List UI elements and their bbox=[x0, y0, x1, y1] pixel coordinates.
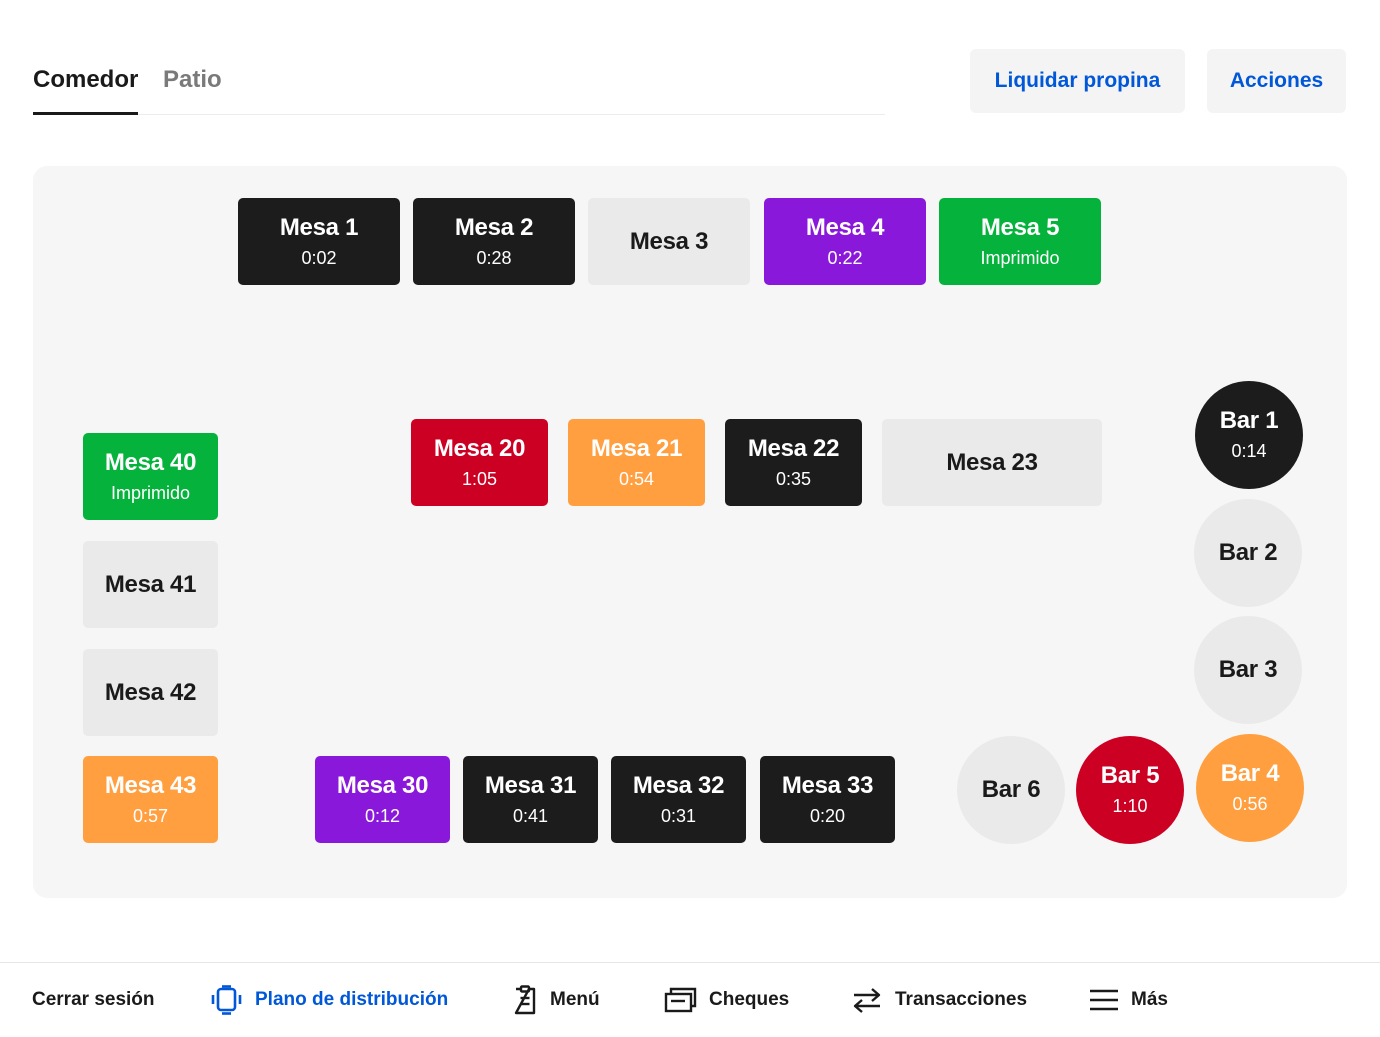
table-status: Imprimido bbox=[980, 247, 1060, 268]
table-status: 1:05 bbox=[461, 468, 498, 489]
table-bar-1[interactable]: Bar 1 0:14 bbox=[1195, 381, 1303, 489]
nav-cheques[interactable]: Cheques bbox=[664, 963, 789, 1037]
table-mesa-20[interactable]: Mesa 20 1:05 bbox=[411, 419, 548, 506]
table-status: 0:31 bbox=[660, 805, 697, 826]
table-mesa-41[interactable]: Mesa 41 bbox=[83, 541, 218, 628]
table-mesa-30[interactable]: Mesa 30 0:12 bbox=[315, 756, 450, 843]
nav-label: Cheques bbox=[709, 989, 790, 1010]
table-mesa-33[interactable]: Mesa 33 0:20 bbox=[760, 756, 895, 843]
table-name: Mesa 21 bbox=[590, 434, 683, 462]
table-status: 0:57 bbox=[132, 805, 169, 826]
table-name: Mesa 41 bbox=[104, 570, 197, 598]
table-status: 0:41 bbox=[512, 805, 549, 826]
floor-tabs: Comedor Patio bbox=[33, 48, 885, 115]
table-name: Mesa 4 bbox=[805, 213, 885, 241]
table-mesa-4[interactable]: Mesa 4 0:22 bbox=[764, 198, 926, 285]
table-name: Bar 6 bbox=[981, 776, 1041, 803]
transfer-arrows-icon bbox=[853, 988, 881, 1013]
table-name: Mesa 23 bbox=[946, 448, 1038, 476]
table-name: Mesa 42 bbox=[104, 678, 197, 706]
checks-icon bbox=[664, 987, 697, 1013]
table-mesa-1[interactable]: Mesa 1 0:02 bbox=[238, 198, 400, 285]
table-mesa-21[interactable]: Mesa 21 0:54 bbox=[568, 419, 705, 506]
table-mesa-31[interactable]: Mesa 31 0:41 bbox=[463, 756, 598, 843]
table-mesa-43[interactable]: Mesa 43 0:57 bbox=[83, 756, 218, 843]
table-status: 0:35 bbox=[775, 468, 812, 489]
table-bar-4[interactable]: Bar 4 0:56 bbox=[1196, 734, 1304, 842]
nav-label: Plano de distribución bbox=[255, 989, 449, 1010]
bottom-nav: Cerrar sesión Plano de distribución Menú… bbox=[0, 962, 1380, 1037]
nav-menu[interactable]: Menú bbox=[512, 963, 600, 1037]
nav-plano-distribucion[interactable]: Plano de distribución bbox=[210, 963, 448, 1037]
table-status: 0:28 bbox=[476, 247, 512, 268]
table-name: Bar 1 bbox=[1219, 407, 1279, 434]
table-bar-3[interactable]: Bar 3 bbox=[1194, 616, 1302, 724]
table-bar-2[interactable]: Bar 2 bbox=[1194, 499, 1302, 607]
table-name: Mesa 20 bbox=[433, 434, 526, 462]
table-name: Mesa 32 bbox=[632, 771, 725, 799]
table-name: Mesa 43 bbox=[104, 771, 197, 799]
table-mesa-32[interactable]: Mesa 32 0:31 bbox=[611, 756, 746, 843]
table-name: Mesa 2 bbox=[454, 213, 534, 241]
nav-label: Menú bbox=[550, 989, 600, 1010]
table-mesa-42[interactable]: Mesa 42 bbox=[83, 649, 218, 736]
table-name: Mesa 40 bbox=[104, 448, 197, 476]
tab-patio[interactable]: Patio bbox=[163, 66, 222, 112]
table-mesa-40[interactable]: Mesa 40 Imprimido bbox=[83, 433, 218, 520]
table-name: Bar 2 bbox=[1218, 539, 1278, 566]
floor-plan-icon bbox=[211, 985, 242, 1015]
table-name: Bar 3 bbox=[1218, 656, 1278, 683]
table-mesa-5[interactable]: Mesa 5 Imprimido bbox=[939, 198, 1101, 285]
table-name: Mesa 3 bbox=[629, 227, 709, 255]
acciones-button[interactable]: Acciones bbox=[1207, 49, 1346, 113]
table-name: Bar 4 bbox=[1220, 760, 1280, 787]
table-mesa-2[interactable]: Mesa 2 0:28 bbox=[413, 198, 575, 285]
table-mesa-22[interactable]: Mesa 22 0:35 bbox=[725, 419, 862, 506]
table-status: 1:10 bbox=[1112, 796, 1148, 816]
table-status: 0:02 bbox=[301, 247, 337, 268]
nav-label: Cerrar sesión bbox=[32, 989, 155, 1010]
table-status: 0:54 bbox=[618, 468, 655, 489]
table-name: Mesa 5 bbox=[980, 213, 1060, 241]
hamburger-icon bbox=[1090, 989, 1118, 1011]
table-status: 0:56 bbox=[1232, 794, 1268, 814]
liquidar-propina-button[interactable]: Liquidar propina bbox=[970, 49, 1185, 113]
table-mesa-23[interactable]: Mesa 23 bbox=[882, 419, 1102, 506]
nav-cerrar-sesion[interactable]: Cerrar sesión bbox=[32, 963, 155, 1037]
nav-transacciones[interactable]: Transacciones bbox=[851, 963, 1027, 1037]
nav-label: Más bbox=[1131, 989, 1168, 1010]
table-status: Imprimido bbox=[110, 482, 190, 503]
table-name: Mesa 1 bbox=[279, 213, 359, 241]
table-name: Mesa 33 bbox=[781, 771, 874, 799]
table-bar-6[interactable]: Bar 6 bbox=[957, 736, 1065, 844]
nav-label: Transacciones bbox=[895, 989, 1028, 1010]
table-status: 0:14 bbox=[1231, 441, 1267, 461]
table-status: 0:22 bbox=[827, 247, 863, 268]
table-name: Mesa 22 bbox=[747, 434, 840, 462]
nav-mas[interactable]: Más bbox=[1089, 963, 1168, 1037]
table-name: Bar 5 bbox=[1100, 762, 1160, 789]
tab-comedor[interactable]: Comedor bbox=[33, 66, 139, 115]
table-name: Mesa 30 bbox=[336, 771, 429, 799]
table-status: 0:12 bbox=[364, 805, 401, 826]
table-name: Mesa 31 bbox=[484, 771, 577, 799]
table-mesa-3[interactable]: Mesa 3 bbox=[588, 198, 750, 285]
table-bar-5[interactable]: Bar 5 1:10 bbox=[1076, 736, 1184, 844]
table-status: 0:20 bbox=[809, 805, 846, 826]
menu-clipboard-icon bbox=[514, 985, 536, 1015]
